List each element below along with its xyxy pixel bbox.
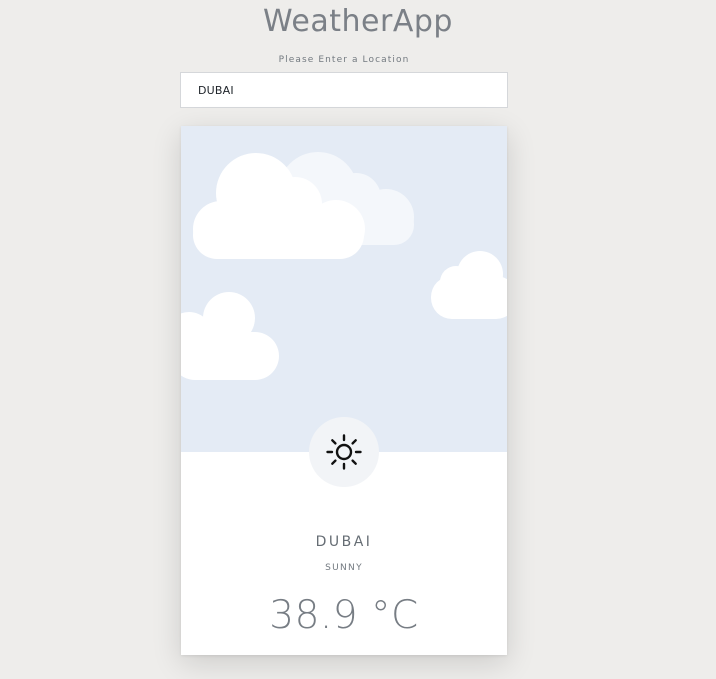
- sun-icon: [326, 434, 362, 470]
- city-name: DUBAI: [315, 534, 373, 550]
- weather-card: DUBAI SUNNY 38.9 °C: [181, 126, 507, 655]
- cloud-left-icon: [181, 292, 279, 380]
- clouds-illustration: [181, 152, 507, 380]
- location-label: Please Enter a Location: [278, 55, 410, 65]
- location-input[interactable]: [180, 72, 508, 108]
- app-title: WeatherApp: [263, 4, 453, 39]
- weather-icon-badge: [309, 417, 379, 487]
- weather-condition: SUNNY: [325, 563, 363, 573]
- temperature-reading: 38.9 °C: [269, 593, 419, 638]
- sky-panel: [181, 126, 507, 452]
- cloud-right-icon: [431, 251, 507, 319]
